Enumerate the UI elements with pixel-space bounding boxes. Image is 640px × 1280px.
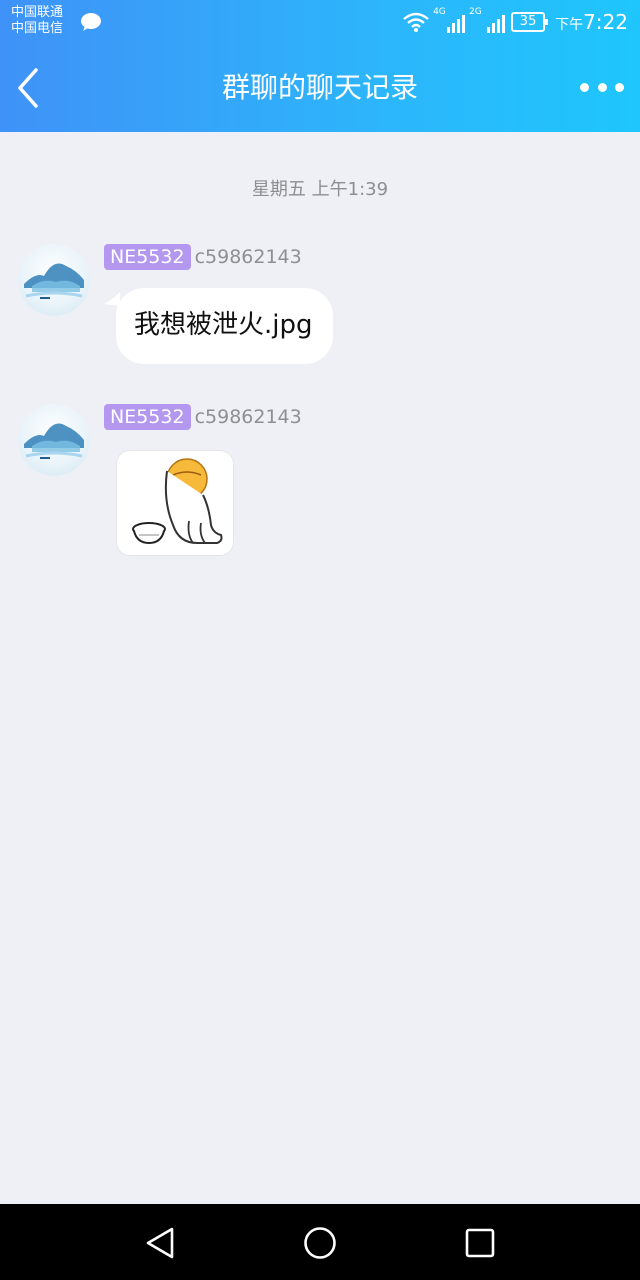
sender-name: c59862143 [194,246,302,268]
more-dot-icon [580,82,589,92]
wifi-icon [403,12,429,32]
sticker-image[interactable] [116,450,234,556]
sender-info: NE5532 c59862143 [104,403,302,431]
message-bubble[interactable]: 我想被泄火.jpg [116,288,333,364]
status-right: 4G 2G 35 下午7:22 [403,7,628,36]
sender-info: NE5532 c59862143 [104,243,302,271]
nav-recents-button[interactable] [459,1222,501,1264]
header: 中国联通 中国电信 4G 2G 35 下午7:22 群聊的聊天记录 [0,0,640,132]
sticker-cartoon-image [132,458,223,545]
member-title-badge: NE5532 [104,244,191,270]
square-recents-icon [465,1228,495,1258]
status-bar: 中国联通 中国电信 4G 2G 35 下午7:22 [0,0,640,44]
message-item: NE5532 c59862143 我想被泄火.jpg [0,244,640,374]
more-options-button[interactable] [580,72,624,102]
avatar-landscape-image [24,423,84,459]
carrier-1: 中国联通 [11,5,64,20]
nav-home-button[interactable] [299,1222,341,1264]
clock: 7:22 [583,10,628,34]
system-navigation-bar [0,1204,640,1280]
signal-4g-icon: 4G [433,7,466,33]
sender-name: c59862143 [194,406,302,428]
chat-timestamp: 星期五 上午1:39 [251,179,389,200]
nav-bar: 群聊的聊天记录 [0,44,640,132]
signal-2g-icon: 2G [469,7,506,33]
avatar[interactable] [18,404,90,476]
member-title-badge: NE5532 [104,404,191,430]
more-dot-icon [615,82,624,92]
circle-home-icon [304,1227,336,1259]
triangle-back-icon [146,1227,174,1259]
more-dot-icon [597,82,607,92]
avatar[interactable] [18,244,90,316]
page-title: 群聊的聊天记录 [221,71,418,104]
avatar-landscape-image [24,263,84,299]
network-2-label: 2G [469,7,482,17]
carrier-2: 中国电信 [11,21,64,36]
carrier-info: 中国联通 中国电信 [11,5,63,37]
network-1-label: 4G [433,7,446,17]
battery-icon: 35 [511,12,549,32]
message-item: NE5532 c59862143 [0,404,640,564]
message-notification-icon [81,13,101,31]
time-prefix: 下午 [555,17,584,33]
nav-back-button[interactable] [139,1222,181,1264]
